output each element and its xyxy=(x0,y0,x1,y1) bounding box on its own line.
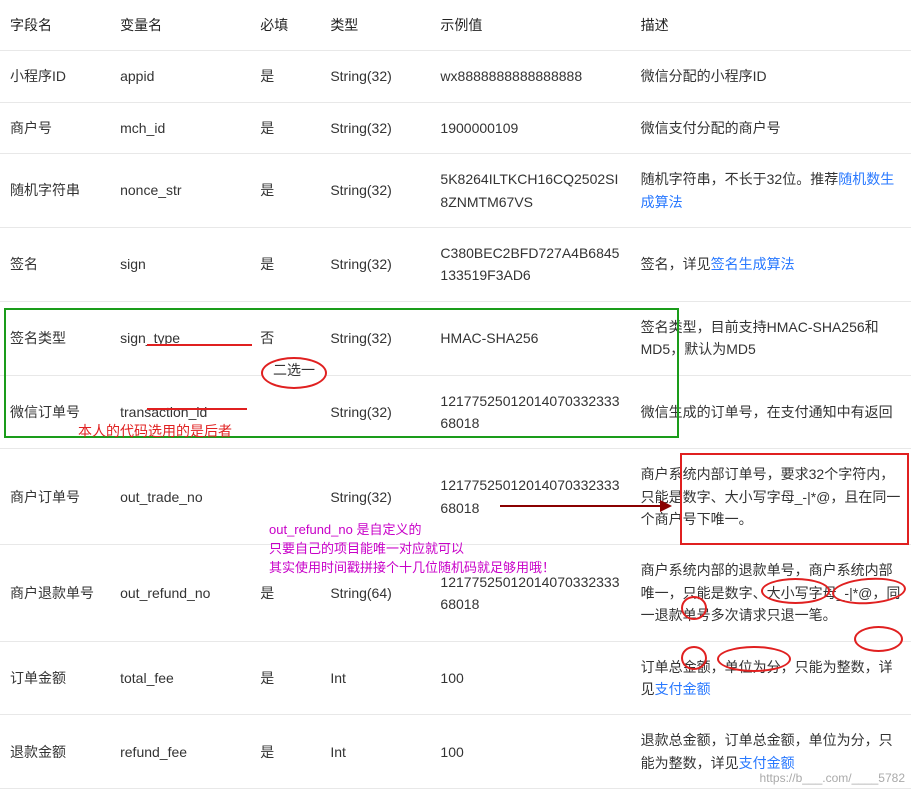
cell-field: 商户订单号 xyxy=(0,449,110,545)
desc-link[interactable]: 支付金额 xyxy=(655,681,711,697)
table-row: 微信订单号transaction_id String(32)12177525012… xyxy=(0,375,911,449)
cell-example: 1217752501201407033233368018 xyxy=(430,545,630,641)
cell-field: 小程序ID xyxy=(0,51,110,102)
cell-example: 100 xyxy=(430,641,630,715)
cell-required: 是 xyxy=(250,715,320,789)
cell-type: String(32) xyxy=(320,449,430,545)
cell-var: out_trade_no xyxy=(110,449,250,545)
cell-var: transaction_id xyxy=(110,375,250,449)
desc-text: 随机字符串，不长于32位。推荐 xyxy=(641,171,839,187)
cell-example: 5K8264ILTKCH16CQ2502SI8ZNMTM67VS xyxy=(430,154,630,228)
cell-type: String(32) xyxy=(320,154,430,228)
cell-desc: 微信支付分配的商户号 xyxy=(631,102,911,153)
cell-var: sign xyxy=(110,227,250,301)
cell-required: 否 xyxy=(250,301,320,375)
cell-var: out_refund_no xyxy=(110,545,250,641)
cell-desc: 微信分配的小程序ID xyxy=(631,51,911,102)
cell-required xyxy=(250,375,320,449)
table-row: 小程序IDappid是String(32)wx8888888888888888微… xyxy=(0,51,911,102)
cell-required: 是 xyxy=(250,102,320,153)
cell-desc: 商户系统内部订单号，要求32个字符内，只能是数字、大小写字母_-|*@，且在同一… xyxy=(631,449,911,545)
cell-required: 是 xyxy=(250,227,320,301)
table-row: 签名sign是String(32)C380BEC2BFD727A4B684513… xyxy=(0,227,911,301)
cell-desc: 签名类型，目前支持HMAC-SHA256和MD5，默认为MD5 xyxy=(631,301,911,375)
cell-var: nonce_str xyxy=(110,154,250,228)
cell-desc: 微信生成的订单号，在支付通知中有返回 xyxy=(631,375,911,449)
cell-var: refund_fee xyxy=(110,715,250,789)
table-row: 商户订单号out_trade_no String(32)1217752501201… xyxy=(0,449,911,545)
cell-field: 签名 xyxy=(0,227,110,301)
cell-desc: 签名，详见签名生成算法 xyxy=(631,227,911,301)
cell-example: 1217752501201407033233368018 xyxy=(430,449,630,545)
cell-required: 是 xyxy=(250,154,320,228)
cell-field: 签名类型 xyxy=(0,301,110,375)
cell-required: 是 xyxy=(250,51,320,102)
cell-required xyxy=(250,449,320,545)
desc-link[interactable]: 支付金额 xyxy=(739,755,795,771)
cell-desc: 随机字符串，不长于32位。推荐随机数生成算法 xyxy=(631,154,911,228)
table-row: 订单金额total_fee是Int100订单总金额，单位为分，只能为整数，详见支… xyxy=(0,641,911,715)
cell-required: 是 xyxy=(250,641,320,715)
cell-field: 订单金额 xyxy=(0,641,110,715)
cell-example: HMAC-SHA256 xyxy=(430,301,630,375)
cell-type: Int xyxy=(320,715,430,789)
th-example: 示例值 xyxy=(430,0,630,51)
th-type: 类型 xyxy=(320,0,430,51)
cell-example: wx8888888888888888 xyxy=(430,51,630,102)
table-row: 签名类型sign_type否String(32)HMAC-SHA256签名类型，… xyxy=(0,301,911,375)
table-row: 随机字符串nonce_str是String(32)5K8264ILTKCH16C… xyxy=(0,154,911,228)
table-header-row: 字段名 变量名 必填 类型 示例值 描述 xyxy=(0,0,911,51)
cell-desc: 商户系统内部的退款单号，商户系统内部唯一，只能是数字、大小写字母_-|*@，同一… xyxy=(631,545,911,641)
cell-type: String(32) xyxy=(320,102,430,153)
cell-desc: 订单总金额，单位为分，只能为整数，详见支付金额 xyxy=(631,641,911,715)
cell-var: sign_type xyxy=(110,301,250,375)
cell-field: 商户退款单号 xyxy=(0,545,110,641)
cell-type: String(32) xyxy=(320,51,430,102)
desc-link[interactable]: 签名生成算法 xyxy=(711,256,795,272)
table-row: 商户退款单号out_refund_no是String(64)1217752501… xyxy=(0,545,911,641)
cell-required: 是 xyxy=(250,545,320,641)
cell-type: String(32) xyxy=(320,375,430,449)
th-field: 字段名 xyxy=(0,0,110,51)
cell-var: total_fee xyxy=(110,641,250,715)
cell-var: mch_id xyxy=(110,102,250,153)
cell-type: Int xyxy=(320,641,430,715)
cell-example: 100 xyxy=(430,715,630,789)
cell-field: 商户号 xyxy=(0,102,110,153)
table-row: 商户号mch_id是String(32)1900000109微信支付分配的商户号 xyxy=(0,102,911,153)
desc-text: 签名，详见 xyxy=(641,256,711,272)
cell-field: 退款金额 xyxy=(0,715,110,789)
cell-example: 1900000109 xyxy=(430,102,630,153)
th-required: 必填 xyxy=(250,0,320,51)
cell-field: 随机字符串 xyxy=(0,154,110,228)
cell-type: String(64) xyxy=(320,545,430,641)
cell-example: 1217752501201407033233368018 xyxy=(430,375,630,449)
watermark-text: https://b___.com/____5782 xyxy=(760,771,905,785)
th-var: 变量名 xyxy=(110,0,250,51)
cell-var: appid xyxy=(110,51,250,102)
th-desc: 描述 xyxy=(631,0,911,51)
cell-example: C380BEC2BFD727A4B6845133519F3AD6 xyxy=(430,227,630,301)
cell-field: 微信订单号 xyxy=(0,375,110,449)
cell-type: String(32) xyxy=(320,227,430,301)
cell-type: String(32) xyxy=(320,301,430,375)
